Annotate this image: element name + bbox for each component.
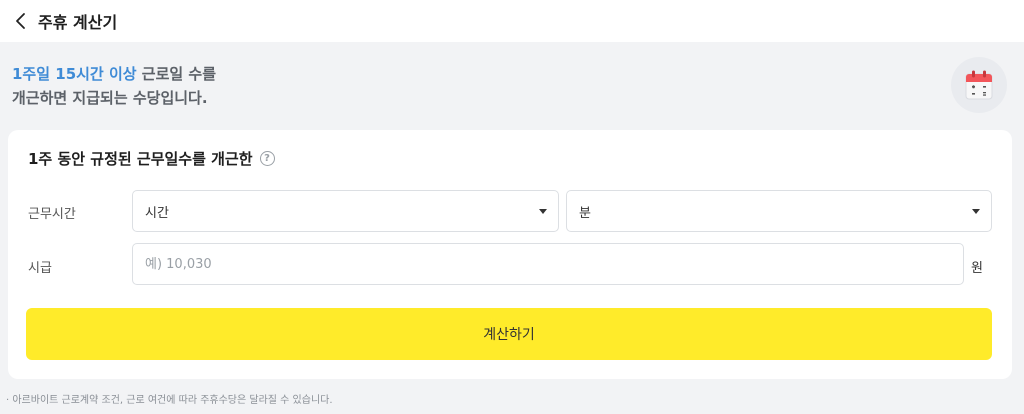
hours-label: 근무시간 — [28, 207, 76, 222]
wage-input[interactable] — [132, 243, 964, 285]
top-bar: 주휴 계산기 — [0, 0, 1024, 42]
intro-line-1: 1주일 15시간 이상 근로일 수를 — [12, 62, 912, 86]
intro-line-2: 개근하면 지급되는 수당입니다. — [12, 89, 208, 107]
intro-text: 1주일 15시간 이상 근로일 수를 개근하면 지급되는 수당입니다. — [12, 62, 912, 110]
caret-down-icon — [972, 209, 980, 214]
back-button[interactable] — [10, 10, 32, 32]
minutes-select-value: 분 — [579, 205, 591, 221]
footnote: · 아르바이트 근로계약 조건, 근로 여건에 따라 주휴수당은 달라질 수 있… — [6, 395, 333, 406]
calendar-icon — [965, 70, 993, 100]
minutes-select[interactable]: 분 — [566, 190, 992, 232]
intro-line1-rest: 근로일 수를 — [136, 65, 217, 83]
intro-highlight: 1주일 15시간 이상 — [12, 65, 137, 83]
question-icon[interactable]: ? — [259, 151, 275, 166]
hours-select[interactable]: 시간 — [132, 190, 559, 232]
page-title: 주휴 계산기 — [38, 13, 118, 32]
caret-down-icon — [539, 209, 547, 214]
calculate-button[interactable]: 계산하기 — [26, 308, 992, 360]
form-title-text: 1주 동안 규정된 근무일수를 개근한 — [28, 150, 253, 168]
calendar-badge — [951, 57, 1007, 113]
chevron-left-icon — [16, 13, 25, 29]
wage-label: 시급 — [28, 261, 52, 276]
form-title: 1주 동안 규정된 근무일수를 개근한 ? — [28, 148, 275, 169]
wage-unit: 원 — [971, 261, 983, 276]
hours-select-value: 시간 — [145, 205, 169, 221]
calculator-card: 1주 동안 규정된 근무일수를 개근한 ? 근무시간 시간 분 시급 원 계산하… — [8, 130, 1012, 379]
